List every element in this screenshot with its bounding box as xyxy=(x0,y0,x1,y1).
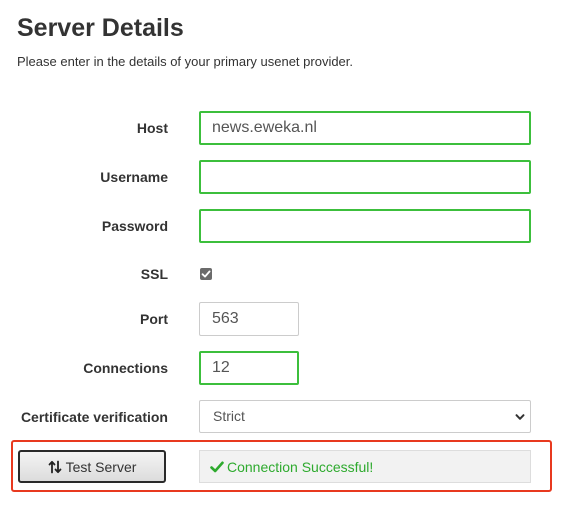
username-label: Username xyxy=(100,169,168,185)
certificate-verification-value: Strict xyxy=(213,408,245,424)
port-label: Port xyxy=(140,311,168,327)
username-input[interactable] xyxy=(199,160,531,194)
ssl-checkbox[interactable] xyxy=(200,268,212,280)
host-input[interactable] xyxy=(199,111,531,145)
certificate-verification-label: Certificate verification xyxy=(20,409,168,425)
port-input[interactable] xyxy=(199,302,299,336)
host-label: Host xyxy=(136,120,168,136)
test-server-button[interactable]: Test Server xyxy=(18,450,166,483)
certificate-verification-select[interactable]: Strict xyxy=(199,400,531,433)
ssl-label: SSL xyxy=(140,266,168,282)
test-server-label: Test Server xyxy=(65,458,137,475)
password-label: Password xyxy=(101,218,168,234)
checkmark-icon xyxy=(210,461,224,473)
page-title: Server Details xyxy=(17,14,184,42)
chevron-down-icon xyxy=(515,414,525,420)
page-subtitle: Please enter in the details of your prim… xyxy=(17,54,354,69)
checkmark-icon xyxy=(201,270,211,278)
connections-input[interactable] xyxy=(199,351,299,385)
password-input[interactable] xyxy=(199,209,531,243)
sort-arrows-icon xyxy=(48,460,62,474)
connection-status-text: Connection Successful! xyxy=(227,458,374,475)
connections-label: Connections xyxy=(83,360,168,376)
connection-status: Connection Successful! xyxy=(199,450,531,483)
